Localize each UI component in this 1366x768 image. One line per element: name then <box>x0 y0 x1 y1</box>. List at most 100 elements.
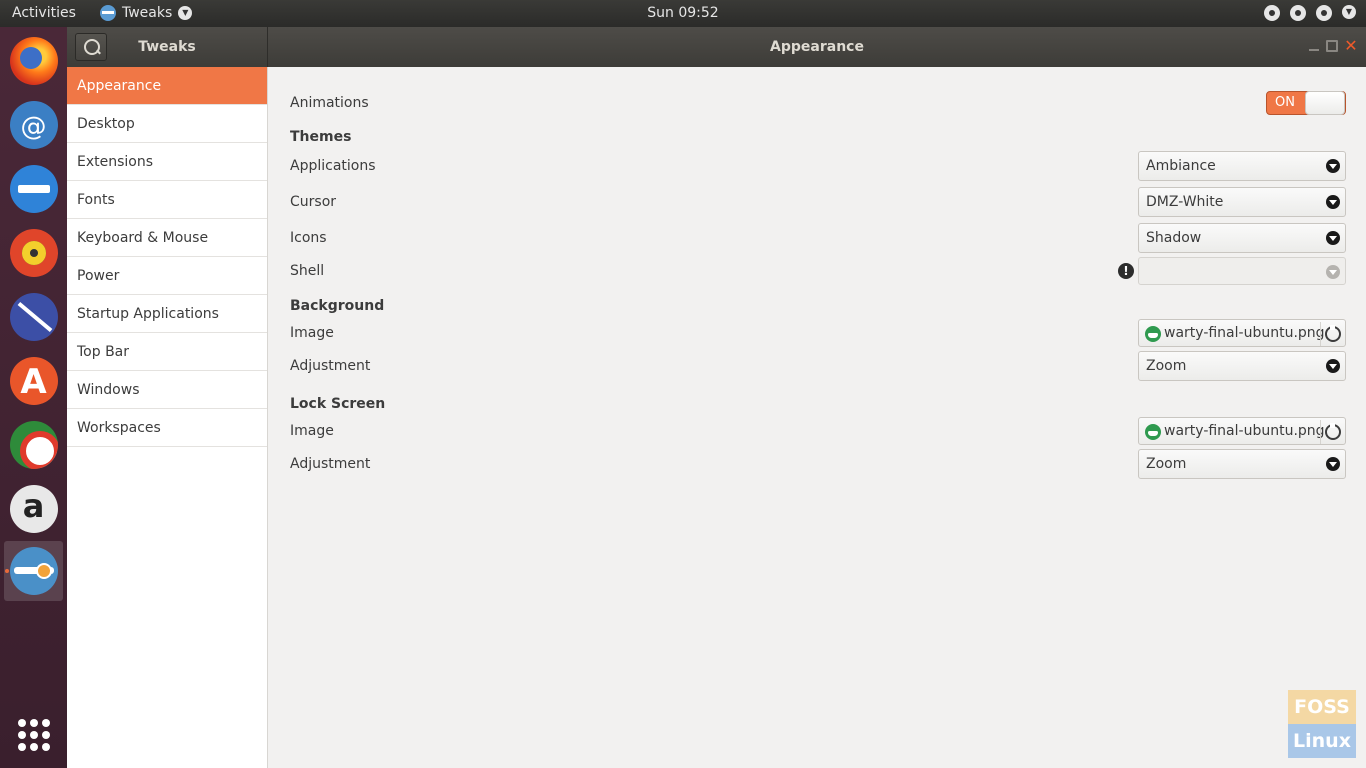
icons-label: Icons <box>290 230 327 246</box>
dock-item-amazon[interactable] <box>4 479 63 539</box>
animations-label: Animations <box>290 95 369 111</box>
file-name: warty-final-ubuntu.png <box>1164 423 1325 439</box>
amazon-icon <box>9 485 58 533</box>
dock-item-writer[interactable] <box>4 287 63 347</box>
dock-item-files[interactable] <box>4 159 63 219</box>
sidebar-item-extensions[interactable]: Extensions <box>67 143 267 181</box>
background-image-row: Image warty-final-ubuntu.png <box>290 319 1346 349</box>
files-icon <box>9 165 58 213</box>
section-background: Background <box>290 298 385 314</box>
appearance-panel: Animations ON Themes Applications Ambian… <box>268 67 1366 768</box>
sidebar-item-workspaces[interactable]: Workspaces <box>67 409 267 447</box>
shell-theme-row: Shell ! <box>290 257 1346 287</box>
help-icon <box>9 421 58 469</box>
sidebar-item-appearance[interactable]: Appearance <box>67 67 267 105</box>
top-bar: Activities Tweaks ▼ Sun 09:52 ▼ <box>0 0 1366 27</box>
chevron-down-icon <box>1326 359 1340 373</box>
rhythmbox-icon <box>9 229 58 277</box>
icons-theme-dropdown[interactable]: Shadow <box>1138 223 1346 253</box>
header-bar-left: Tweaks <box>67 27 268 67</box>
animations-row: Animations ON <box>290 91 1346 117</box>
app-menu-label: Tweaks <box>122 5 173 21</box>
dropdown-value: DMZ-White <box>1146 194 1224 210</box>
dropdown-value: Shadow <box>1146 230 1202 246</box>
sidebar-item-windows[interactable]: Windows <box>67 371 267 409</box>
chevron-down-icon <box>1326 195 1340 209</box>
page-title: Appearance <box>770 39 864 55</box>
sidebar-item-desktop[interactable]: Desktop <box>67 105 267 143</box>
sidebar-item-top-bar[interactable]: Top Bar <box>67 333 267 371</box>
dock <box>0 27 67 768</box>
applications-label: Applications <box>290 158 376 174</box>
tweaks-app-icon <box>100 5 116 21</box>
watermark-line-2: Linux <box>1288 724 1356 758</box>
background-image-chooser[interactable]: warty-final-ubuntu.png <box>1138 319 1346 347</box>
dropdown-value: Zoom <box>1146 456 1187 472</box>
animations-switch[interactable]: ON <box>1266 91 1346 115</box>
network-icon[interactable] <box>1264 5 1280 21</box>
chevron-down-icon: ▼ <box>178 6 193 20</box>
section-themes: Themes <box>290 129 352 145</box>
accessibility-icon[interactable] <box>1290 5 1306 21</box>
applications-theme-dropdown[interactable]: Ambiance <box>1138 151 1346 181</box>
dock-item-tweaks[interactable] <box>4 541 63 601</box>
shell-label: Shell <box>290 263 325 279</box>
chevron-down-icon <box>1326 457 1340 471</box>
volume-icon[interactable] <box>1316 5 1332 21</box>
sidebar-item-startup-applications[interactable]: Startup Applications <box>67 295 267 333</box>
minimize-icon[interactable] <box>1308 40 1320 52</box>
show-applications-button[interactable] <box>4 705 63 765</box>
dock-item-firefox[interactable] <box>4 31 63 91</box>
close-icon[interactable]: ✕ <box>1344 38 1358 54</box>
icons-theme-row: Icons Shadow <box>290 223 1346 253</box>
header-bar: Tweaks Appearance ✕ <box>67 27 1366 67</box>
activities-button[interactable]: Activities <box>12 5 76 21</box>
dropdown-value: Zoom <box>1146 358 1187 374</box>
show-applications-icon <box>10 711 58 759</box>
clock[interactable]: Sun 09:52 <box>647 5 718 21</box>
lock-image-label: Image <box>290 423 334 439</box>
search-icon[interactable] <box>75 33 107 61</box>
app-menu[interactable]: Tweaks ▼ <box>100 5 193 21</box>
dropdown-value: Ambiance <box>1146 158 1216 174</box>
mail-icon <box>9 101 58 149</box>
reset-icon[interactable] <box>1325 325 1341 342</box>
sidebar-item-fonts[interactable]: Fonts <box>67 181 267 219</box>
software-store-icon <box>9 357 58 405</box>
image-file-icon <box>1145 326 1161 342</box>
tweaks-window: Tweaks Appearance ✕ Appearance Desktop E… <box>67 27 1366 768</box>
lock-image-chooser[interactable]: warty-final-ubuntu.png <box>1138 417 1346 445</box>
lock-adjustment-label: Adjustment <box>290 456 371 472</box>
cursor-theme-dropdown[interactable]: DMZ-White <box>1138 187 1346 217</box>
shell-theme-dropdown <box>1138 257 1346 285</box>
lock-adjustment-row: Adjustment Zoom <box>290 449 1346 479</box>
sidebar-item-power[interactable]: Power <box>67 257 267 295</box>
chevron-down-icon <box>1326 231 1340 245</box>
watermark-line-1: FOSS <box>1288 690 1356 724</box>
maximize-icon[interactable] <box>1326 40 1338 52</box>
background-adjustment-label: Adjustment <box>290 358 371 374</box>
system-tray[interactable]: ▼ <box>1264 5 1356 21</box>
background-adjustment-dropdown[interactable]: Zoom <box>1138 351 1346 381</box>
dock-item-help[interactable] <box>4 415 63 475</box>
dock-item-software[interactable] <box>4 351 63 411</box>
reset-icon[interactable] <box>1325 423 1341 440</box>
chevron-down-icon <box>1326 265 1340 279</box>
cursor-label: Cursor <box>290 194 337 210</box>
switch-knob <box>1305 91 1345 115</box>
chevron-down-icon <box>1326 159 1340 173</box>
tweaks-icon <box>9 547 58 595</box>
section-lock-screen: Lock Screen <box>290 396 386 412</box>
power-menu-icon[interactable]: ▼ <box>1342 5 1356 19</box>
file-name: warty-final-ubuntu.png <box>1164 325 1325 341</box>
firefox-icon <box>9 37 58 85</box>
background-image-label: Image <box>290 325 334 341</box>
dock-item-rhythmbox[interactable] <box>4 223 63 283</box>
fosslinux-watermark: FOSS Linux <box>1288 690 1356 758</box>
switch-state-label: ON <box>1275 95 1295 110</box>
dock-item-thunderbird[interactable] <box>4 95 63 155</box>
background-adjustment-row: Adjustment Zoom <box>290 351 1346 381</box>
lock-adjustment-dropdown[interactable]: Zoom <box>1138 449 1346 479</box>
window-controls: ✕ <box>1308 38 1358 54</box>
sidebar-item-keyboard-mouse[interactable]: Keyboard & Mouse <box>67 219 267 257</box>
